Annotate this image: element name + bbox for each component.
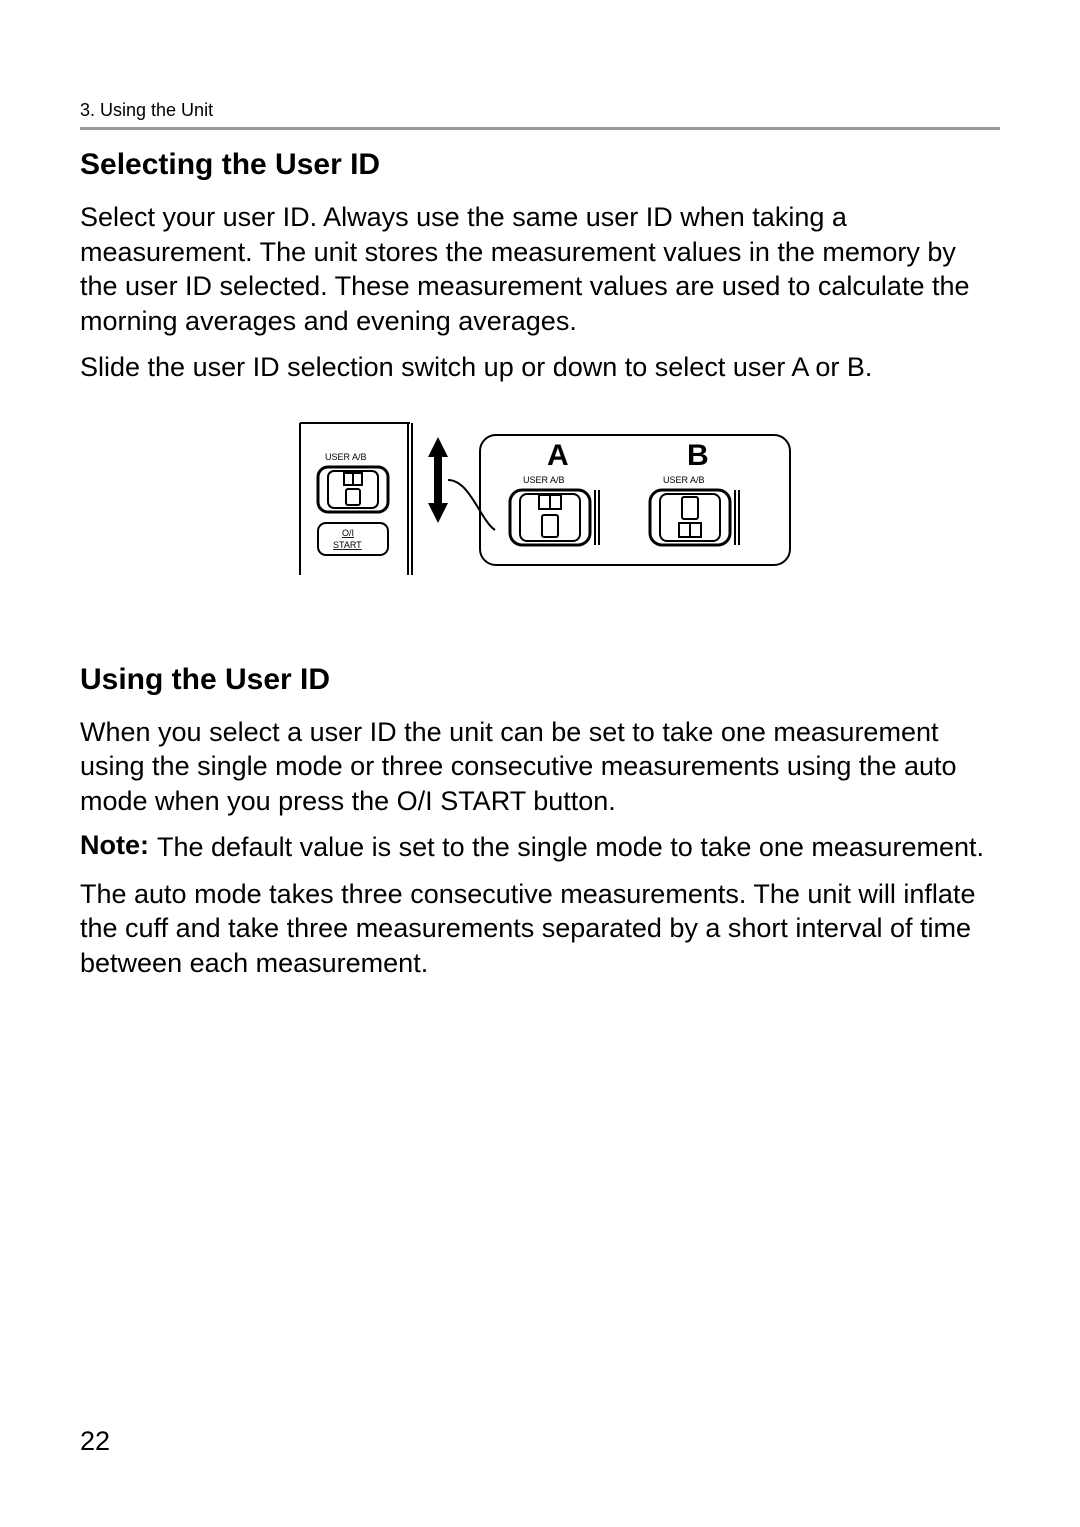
paragraph: When you select a user ID the unit can b… (80, 715, 1000, 819)
note-body: The default value is set to the single m… (157, 830, 984, 865)
note: Note: The default value is set to the si… (80, 830, 1000, 865)
page-number: 22 (80, 1426, 110, 1457)
arrow-down-icon (428, 503, 448, 523)
label-user-ab-b: USER A/B (663, 475, 705, 485)
paragraph: The auto mode takes three consecutive me… (80, 877, 1000, 981)
label-a: A (547, 439, 569, 472)
arrow-up-icon (428, 437, 448, 457)
userid-switch-illustration: USER A/B O/I START A USER A/B B USER (280, 415, 800, 615)
figure-userid-switch: USER A/B O/I START A USER A/B B USER (80, 415, 1000, 615)
label-oi: O/I (342, 528, 354, 538)
paragraph: Slide the user ID selection switch up or… (80, 350, 1000, 385)
chapter-header: 3. Using the Unit (80, 100, 1000, 130)
note-label: Note: (80, 830, 149, 865)
paragraph: Select your user ID. Always use the same… (80, 200, 1000, 338)
label-user-ab: USER A/B (325, 452, 367, 462)
label-start: START (333, 540, 362, 550)
heading-selecting-userid: Selecting the User ID (80, 148, 1000, 182)
heading-using-userid: Using the User ID (80, 663, 1000, 697)
label-user-ab-a: USER A/B (523, 475, 565, 485)
label-b: B (687, 439, 709, 472)
